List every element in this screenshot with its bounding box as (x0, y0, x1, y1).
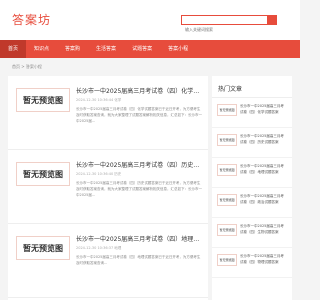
thumbnail-placeholder-text: 暂无预览图 (219, 108, 235, 112)
hot-article-thumbnail[interactable]: 暂无预览图 (217, 104, 237, 116)
hot-article-item[interactable]: 暂无预览图 长沙市一中2025届高三月考试卷（四）生物试题答案 (212, 218, 292, 248)
hot-article-thumbnail[interactable]: 暂无预览图 (217, 224, 237, 236)
hot-article-thumbnail[interactable]: 暂无预览图 (217, 134, 237, 146)
article-item[interactable]: 暂无预览图 长沙市一中2025届高三月考试卷（四）化学试题 2024-12-30… (8, 76, 208, 150)
nav-item-mini-program[interactable]: 答案小程 (160, 40, 196, 58)
article-item[interactable]: 暂无预览图 长沙市一中2025届高三月考试卷（四）地理试题 2024-12-30… (8, 224, 208, 298)
hot-article-item[interactable]: 暂无预览图 长沙市一中2025届高三月考试卷（四）政治试题答案 (212, 188, 292, 218)
hot-article-title[interactable]: 长沙市一中2025届高三月考试卷（四）生物试题答案 (240, 224, 287, 241)
sidebar-title: 热门文章 (212, 76, 292, 98)
hot-article-title[interactable]: 长沙市一中2025届高三月考试卷（四）历史试题答案 (240, 134, 287, 151)
article-thumbnail[interactable]: 暂无预览图 (16, 88, 70, 112)
thumbnail-placeholder-text: 暂无预览图 (219, 168, 235, 172)
nav-item-knowledge[interactable]: 知识点 (26, 40, 57, 58)
breadcrumb: 首页 > 答案小程 (12, 64, 42, 69)
article-meta: 2024-12-30 10:36:40 历史 (76, 172, 122, 176)
article-item[interactable]: 暂无预览图 长沙市一中2025届高三月考试卷（四）历史试题 2024-12-30… (8, 150, 208, 224)
hot-article-item[interactable]: 暂无预览图 长沙市一中2025届高三月考试卷（四）化学试题答案 (212, 98, 292, 128)
nav-item-answer-shop[interactable]: 答案购 (57, 40, 88, 58)
search-box[interactable] (181, 15, 277, 34)
hot-article-item[interactable]: 暂无预览图 长沙市一中2025届高三月考试卷（四）物理试题答案 (212, 248, 292, 278)
hot-article-item[interactable]: 暂无预览图 长沙市一中2025届高三月考试卷（四）历史试题答案 (212, 128, 292, 158)
thumbnail-placeholder-text: 暂无预览图 (219, 198, 235, 202)
hot-article-item[interactable]: 暂无预览图 长沙市一中2025届高三月考试卷（四）地理试题答案 (212, 158, 292, 188)
nav-item-exam-answers[interactable]: 试题答案 (124, 40, 160, 58)
hot-article-title[interactable]: 长沙市一中2025届高三月考试卷（四）地理试题答案 (240, 164, 287, 181)
article-thumbnail[interactable]: 暂无预览图 (16, 162, 70, 186)
hot-article-thumbnail[interactable]: 暂无预览图 (217, 164, 237, 176)
thumbnail-placeholder-text: 暂无预览图 (219, 228, 235, 232)
article-title[interactable]: 长沙市一中2025届高三月考试卷（四）地理试题 (76, 234, 202, 243)
search-button[interactable] (267, 15, 277, 25)
article-excerpt: 长沙市一中2025届高三月考试卷（四）历史试题答案已于近日开考，为方便考生及时获… (76, 181, 202, 197)
main-nav: 首页 知识点 答案购 生活答案 试题答案 答案小程 (0, 40, 300, 58)
article-excerpt: 长沙市一中2025届高三月考试卷（四）地理试题答案已于近日开考，为方便考生及时获… (76, 255, 201, 265)
site-logo[interactable]: 答案坊 (12, 11, 51, 28)
hot-article-title[interactable]: 长沙市一中2025届高三月考试卷（四）政治试题答案 (240, 194, 287, 211)
article-meta: 2024-12-30 10:36:37 地理 (76, 246, 122, 250)
hot-article-thumbnail[interactable]: 暂无预览图 (217, 254, 237, 266)
thumbnail-placeholder-text: 暂无预览图 (23, 169, 63, 179)
site-header: 答案坊 (0, 0, 300, 40)
hot-article-title[interactable]: 长沙市一中2025届高三月考试卷（四）化学试题答案 (240, 104, 287, 121)
hot-articles-sidebar: 热门文章 暂无预览图 长沙市一中2025届高三月考试卷（四）化学试题答案 暂无预… (212, 76, 292, 300)
nav-item-home[interactable]: 首页 (0, 40, 27, 58)
article-meta: 2024-12-30 10:36:44 化学 (76, 98, 122, 102)
thumbnail-placeholder-text: 暂无预览图 (23, 95, 63, 105)
article-excerpt: 长沙市一中2025届高三月考试卷（四）化学试题答案已于近日开考，为方便考生及时获… (76, 107, 202, 123)
article-title[interactable]: 长沙市一中2025届高三月考试卷（四）化学试题 (76, 86, 202, 95)
thumbnail-placeholder-text: 暂无预览图 (219, 138, 235, 142)
article-thumbnail[interactable]: 暂无预览图 (16, 236, 70, 260)
search-input[interactable] (182, 25, 276, 34)
thumbnail-placeholder-text: 暂无预览图 (23, 243, 63, 253)
article-title[interactable]: 长沙市一中2025届高三月考试卷（四）历史试题 (76, 160, 202, 169)
thumbnail-placeholder-text: 暂无预览图 (219, 258, 235, 262)
article-list: 暂无预览图 长沙市一中2025届高三月考试卷（四）化学试题 2024-12-30… (8, 76, 208, 300)
hot-article-thumbnail[interactable]: 暂无预览图 (217, 194, 237, 206)
nav-item-life-answers[interactable]: 生活答案 (88, 40, 124, 58)
hot-article-title[interactable]: 长沙市一中2025届高三月考试卷（四）物理试题答案 (240, 254, 287, 271)
